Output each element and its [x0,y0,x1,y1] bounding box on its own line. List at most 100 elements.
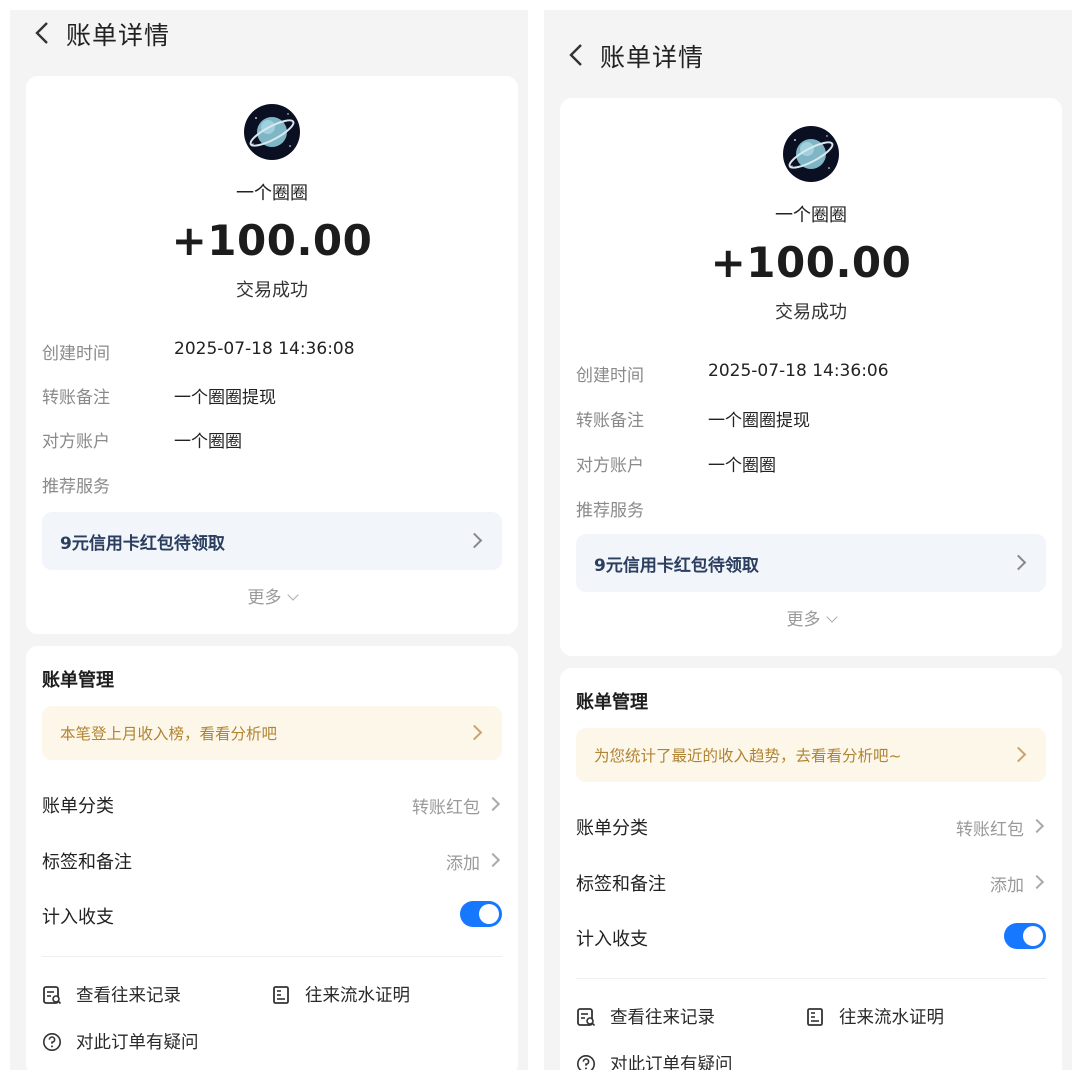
detail-label: 对方账户 [42,432,110,452]
category-label: 账单分类 [42,796,114,817]
include-toggle[interactable] [1004,923,1046,949]
transaction-status: 交易成功 [236,280,308,301]
order-question-label: 对此订单有疑问 [610,1055,733,1070]
transaction-card: 一个圈圈 +100.00 交易成功 创建时间 2025-07-18 14:36:… [26,76,518,634]
toggle-knob [479,904,499,924]
chevron-right-icon [1029,874,1045,890]
detail-label: 创建时间 [576,366,644,386]
bill-management-card: 账单管理 本笔登上月收入榜，看看分析吧 账单分类 转账红包 标签和备注 添加 计… [26,646,518,1070]
avatar[interactable] [244,104,300,160]
page-title: 账单详情 [66,21,171,50]
detail-label: 创建时间 [42,344,110,364]
section-title: 账单管理 [576,692,648,713]
detail-value: 2025-07-18 14:36:06 [708,361,889,381]
tags-value: 添加 [446,854,480,874]
include-label: 计入收支 [42,907,114,928]
chevron-right-icon [1029,818,1045,834]
chevron-right-icon [485,852,501,868]
promo-banner[interactable]: 9元信用卡红包待领取 [42,512,502,570]
more-label: 更多 [247,588,282,608]
detail-label: 转账备注 [576,411,644,431]
analysis-tip-banner[interactable]: 为您统计了最近的收入趋势，去看看分析吧~ [576,728,1046,782]
include-in-budget-row: 计入收支 [42,901,502,943]
detail-label: 对方账户 [576,456,644,476]
bill-detail-screen-right: 账单详情 一个圈圈 +100.00 交易成功 创建时间 2025-07-18 1… [544,10,1072,1070]
question-icon [43,1033,61,1051]
amount: +100.00 [171,216,373,265]
transaction-status: 交易成功 [775,302,847,323]
tags-notes-row[interactable]: 标签和备注 添加 [42,848,502,888]
detail-label: 推荐服务 [576,501,644,521]
detail-value: 一个圈圈 [174,432,242,452]
chevron-right-icon [466,532,483,549]
divider [42,956,502,957]
bill-category-row[interactable]: 账单分类 转账红包 [42,792,502,832]
payee-name: 一个圈圈 [236,183,308,204]
planet-avatar-icon [788,135,834,169]
detail-value: 一个圈圈提现 [708,411,810,431]
record-search-icon [43,986,62,1005]
detail-row-recommended: 推荐服务 [576,496,1046,524]
include-label: 计入收支 [576,929,648,950]
tip-text: 本笔登上月收入榜，看看分析吧 [60,725,278,743]
header: 账单详情 [544,32,1072,76]
statement-proof-label: 往来流水证明 [305,986,410,1006]
back-arrow-icon[interactable] [32,20,54,46]
view-history-label: 查看往来记录 [76,986,181,1006]
bill-management-card: 账单管理 为您统计了最近的收入趋势，去看看分析吧~ 账单分类 转账红包 标签和备… [560,668,1062,1070]
detail-row-transfer-note: 转账备注 一个圈圈提现 [42,383,502,411]
detail-row-recommended: 推荐服务 [42,472,502,500]
detail-value: 2025-07-18 14:36:08 [174,339,355,359]
statement-proof-label: 往来流水证明 [839,1008,944,1028]
chevron-right-icon [485,796,501,812]
detail-row-transfer-note: 转账备注 一个圈圈提现 [576,406,1046,434]
chevron-down-icon [286,589,299,601]
detail-row-created-time: 创建时间 2025-07-18 14:36:06 [576,361,1046,389]
promo-text: 9元信用卡红包待领取 [60,534,225,554]
section-title: 账单管理 [42,670,114,691]
include-toggle[interactable] [460,901,502,927]
transaction-card: 一个圈圈 +100.00 交易成功 创建时间 2025-07-18 14:36:… [560,98,1062,656]
payee-name: 一个圈圈 [775,205,847,226]
tags-label: 标签和备注 [576,874,666,895]
view-history-label: 查看往来记录 [610,1008,715,1028]
promo-banner[interactable]: 9元信用卡红包待领取 [576,534,1046,592]
more-label: 更多 [786,610,821,630]
detail-row-counterparty: 对方账户 一个圈圈 [576,451,1046,479]
tags-label: 标签和备注 [42,852,132,873]
statement-icon [807,1008,823,1026]
detail-label: 推荐服务 [42,477,110,497]
more-button[interactable]: 更多 [26,583,518,608]
tags-notes-row[interactable]: 标签和备注 添加 [576,870,1046,910]
category-value: 转账红包 [412,798,480,818]
planet-avatar-icon [249,113,295,147]
toggle-knob [1023,926,1043,946]
bill-detail-screen-left: 账单详情 一个圈圈 +100.00 交易成功 创建时间 2025-07-18 1… [10,10,528,1070]
question-icon [577,1055,595,1070]
back-arrow-icon[interactable] [566,42,588,68]
header: 账单详情 [10,10,528,54]
tags-value: 添加 [990,876,1024,896]
promo-text: 9元信用卡红包待领取 [594,556,759,576]
chevron-down-icon [825,611,838,623]
analysis-tip-banner[interactable]: 本笔登上月收入榜，看看分析吧 [42,706,502,760]
detail-row-created-time: 创建时间 2025-07-18 14:36:08 [42,339,502,367]
order-question-label: 对此订单有疑问 [76,1033,199,1053]
category-value: 转账红包 [956,820,1024,840]
tip-text: 为您统计了最近的收入趋势，去看看分析吧~ [594,747,902,765]
bill-category-row[interactable]: 账单分类 转账红包 [576,814,1046,854]
chevron-right-icon [466,724,483,741]
detail-value: 一个圈圈提现 [174,388,276,408]
category-label: 账单分类 [576,818,648,839]
detail-value: 一个圈圈 [708,456,776,476]
chevron-right-icon [1010,554,1027,571]
statement-icon [273,986,289,1004]
chevron-right-icon [1010,746,1027,763]
detail-label: 转账备注 [42,388,110,408]
detail-row-counterparty: 对方账户 一个圈圈 [42,427,502,455]
more-button[interactable]: 更多 [560,605,1062,630]
avatar[interactable] [783,126,839,182]
record-search-icon [577,1008,596,1027]
include-in-budget-row: 计入收支 [576,923,1046,965]
amount: +100.00 [710,238,912,287]
